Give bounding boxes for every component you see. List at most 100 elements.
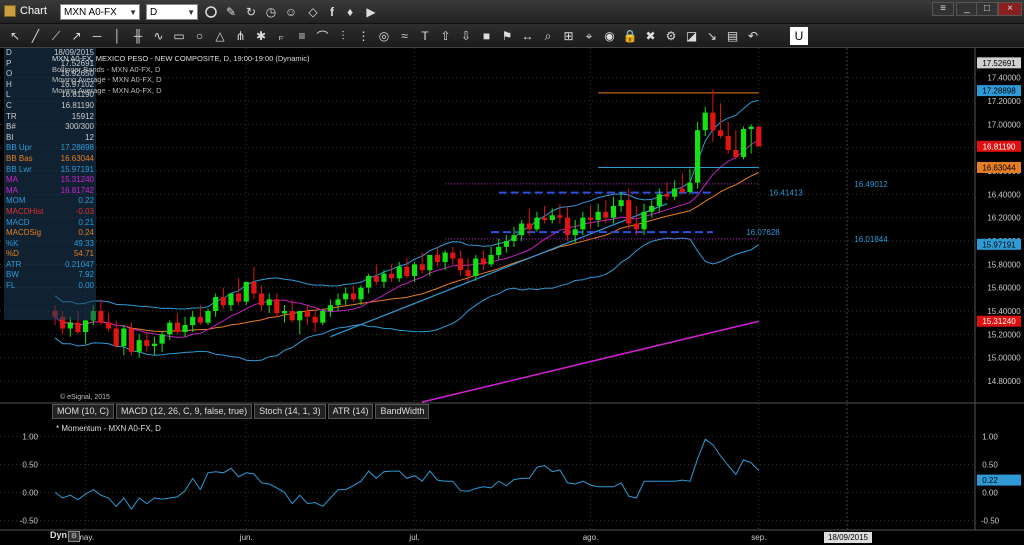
toolbar-ray-icon[interactable]: ⟋ [47,24,65,48]
study-tab[interactable]: MOM (10, C) [52,404,115,419]
toolbar-triangle-icon[interactable]: △ [211,24,229,48]
toolbar-down-arrow-icon[interactable]: ⇩ [457,24,475,48]
candle-body [610,206,617,218]
toolbar-pitchfork-icon[interactable]: ⋔ [232,24,250,48]
chart-area[interactable]: 14.80000 15.00000 15.20000 15.40000 15.60000… [0,48,1024,545]
toolbar-arrow-icon[interactable]: ↗ [68,24,86,48]
toolbar-vline-icon[interactable]: │ [109,24,127,48]
data-window-key: L [6,90,11,100]
toolbar-template-icon[interactable]: ▤ [724,24,742,48]
data-window-value: 17.28898 [60,143,94,153]
data-window-row: MA 16.81742 [4,186,96,197]
candle-body [389,273,395,279]
cursor-date-label: 18/09/2015 [828,533,869,542]
smiley-icon[interactable]: ☺ [283,0,299,24]
data-window-key: %D [6,249,19,259]
toolbar-draw-mode-icon[interactable]: ◪ [683,24,701,48]
toolbar-stop-icon[interactable]: ■ [478,24,496,48]
link-icon[interactable] [203,0,219,24]
minimize-button[interactable]: _ [956,2,978,16]
candle-body [672,188,678,197]
candle-body [473,258,479,276]
toolbar-ellipse-icon[interactable]: ○ [191,24,209,48]
data-window-key: BB Lwr [6,164,32,174]
toolbar-fib-fan-icon[interactable]: ⟔ [273,24,291,48]
candle-body [373,276,379,282]
clock-icon[interactable]: ◷ [263,0,279,24]
dyn-button[interactable]: Dyn [50,530,67,540]
toolbar-zoom-icon[interactable]: ⌕ [539,24,557,48]
refresh-icon[interactable]: ↻ [243,0,259,24]
settings-icon[interactable]: ⚙ [68,531,80,542]
price-label: 15.97191 [982,240,1016,249]
window-title: Chart [20,5,47,17]
candle-body [98,311,104,323]
maximize-button[interactable]: □ [976,2,998,16]
data-window-key: MACD [6,217,30,227]
toolbar-cycle-icon[interactable]: ◎ [375,24,393,48]
toolbar-rect-icon[interactable]: ▭ [170,24,188,48]
toolbar-fib-arc-icon[interactable]: ⌒ [314,24,332,48]
candle-body [358,287,364,300]
toolbar-up-arrow-icon[interactable]: ⇧ [437,24,455,48]
tag-icon[interactable]: ◇ [305,0,321,24]
candle-body [526,223,532,230]
toolbar-regression-icon[interactable]: ≈ [396,24,414,48]
study-tab[interactable]: Stoch (14, 1, 3) [254,404,326,419]
toolbar-channel-icon[interactable]: ╫ [129,24,147,48]
symbol-dropdown-icon[interactable]: ▼ [129,5,137,21]
window-menu-button[interactable]: ≡ [932,2,954,16]
pencil-icon[interactable]: ✎ [223,0,239,24]
toolbar-eye-icon[interactable]: ◉ [601,24,619,48]
y-tick-label: 15.00000 [987,354,1021,363]
candle-body [702,112,708,131]
candle-body [679,188,685,192]
interval-dropdown-icon[interactable]: ▼ [187,5,195,21]
study-tab[interactable]: ATR (14) [327,404,374,419]
candle-body [121,328,127,346]
data-window-value: 0.21 [78,217,94,227]
candle-body [197,316,203,323]
toolbar-fib-ext-icon[interactable]: ⫶ [334,24,352,48]
twitter-icon[interactable]: ♦ [342,0,358,24]
toolbar-gann-icon[interactable]: ✱ [252,24,270,48]
candle-body [542,217,548,220]
interval-input[interactable]: D ▼ [146,4,198,20]
toolbar-cursor2-icon[interactable]: ↘ [703,24,721,48]
toolbar-measure-icon[interactable]: ↔ [519,24,537,48]
copyright: © eSignal, 2015 [60,394,110,401]
symbol-input[interactable]: MXN A0-FX ▼ [60,4,140,20]
study-tab[interactable]: BandWidth [375,404,430,419]
data-window-key: TR [6,111,17,121]
toolbar-fib-time-icon[interactable]: ⋮ [355,24,373,48]
candle-body [411,264,418,276]
toolbar-grid-icon[interactable]: ⊞ [560,24,578,48]
toolbar-hline-icon[interactable]: ─ [88,24,106,48]
study-tab[interactable]: MACD (12, 26, C, 9, false, true) [116,404,253,419]
candle-body [480,258,486,265]
toolbar-lock-icon[interactable]: 🔒 [621,24,639,48]
facebook-icon[interactable]: f [324,0,340,24]
toolbar-magnet-icon[interactable]: ⌖ [580,24,598,48]
toolbar-polyline-icon[interactable]: ∿ [150,24,168,48]
data-window-key: B# [6,122,16,132]
toolbar-fib-retrace-icon[interactable]: ≡ [293,24,311,48]
candle-body [434,255,441,262]
toolbar-flag-icon[interactable]: ⚑ [498,24,516,48]
toolbar-undo-icon[interactable]: ↶ [744,24,762,48]
candle-body [350,293,356,300]
candle-body [633,223,639,230]
annotation-label: 16.01844 [854,235,888,244]
toolbar-line-icon[interactable]: ╱ [27,24,45,48]
toolbar-trash-icon[interactable]: ✖ [642,24,660,48]
data-window-key: BB Bas [6,153,33,163]
candle-body [465,270,471,276]
toolbar-properties-icon[interactable]: ⚙ [662,24,680,48]
close-button[interactable]: × [998,2,1022,16]
toolbar-cursor-icon[interactable]: ↖ [6,24,24,48]
underline-tool-button[interactable]: U [790,27,808,45]
toolbar-text-icon[interactable]: T [416,24,434,48]
candle-body [335,299,341,306]
youtube-icon[interactable]: ▶ [362,0,380,24]
candle-body [519,223,525,236]
